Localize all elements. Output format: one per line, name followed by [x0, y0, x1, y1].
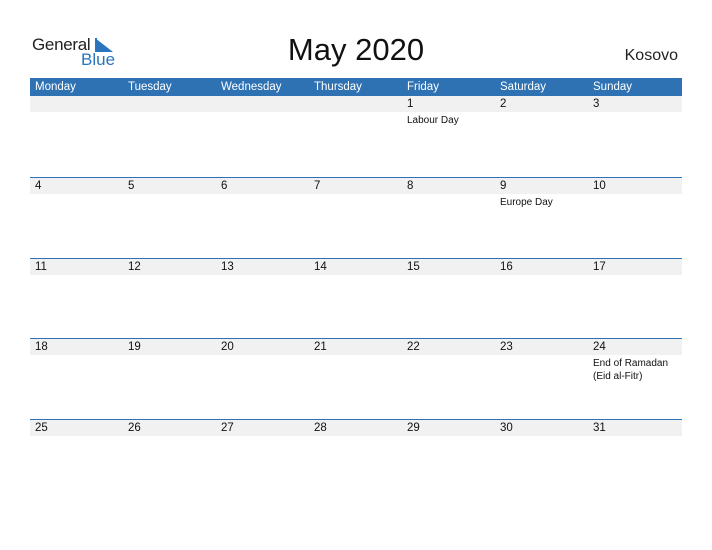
holiday-label [123, 355, 216, 383]
weekday-friday: Friday [407, 81, 439, 93]
event-row [30, 275, 682, 277]
weekday-wednesday: Wednesday [221, 81, 282, 93]
day-number: 27 [221, 421, 234, 434]
holiday-label [30, 112, 123, 127]
holiday-label [402, 194, 495, 209]
week-row: 11 12 13 14 15 16 17 [30, 257, 682, 339]
holiday-label [495, 355, 588, 383]
day-number: 25 [35, 421, 48, 434]
day-number: 5 [128, 180, 135, 192]
holiday-label [309, 275, 402, 277]
day-number: 10 [593, 180, 606, 192]
event-row: End of Ramadan (Eid al-Fitr) [30, 355, 682, 383]
date-strip: 11 12 13 14 15 16 17 [30, 258, 682, 275]
holiday-label [30, 436, 123, 438]
day-number [30, 96, 123, 112]
holiday-label [30, 355, 123, 383]
holiday-label [402, 436, 495, 438]
day-number: 8 [407, 180, 414, 192]
holiday-label [216, 355, 309, 383]
event-row: Europe Day [30, 194, 682, 209]
day-number: 31 [593, 421, 606, 434]
day-number [309, 96, 402, 112]
day-number: 26 [128, 421, 141, 434]
day-number: 7 [314, 180, 321, 192]
holiday-label: Europe Day [500, 197, 553, 208]
weekday-thursday: Thursday [314, 81, 362, 93]
weekday-saturday: Saturday [500, 81, 547, 93]
holiday-label [123, 112, 216, 127]
day-number: 24 [593, 341, 606, 353]
week-row: 4 5 6 7 8 9 10 Europe Day [30, 177, 682, 258]
day-number: 17 [593, 260, 606, 273]
holiday-label [216, 275, 309, 277]
holiday-label [588, 275, 681, 277]
holiday-label [588, 112, 681, 127]
weekday-tuesday: Tuesday [128, 81, 172, 93]
day-number: 18 [35, 341, 48, 353]
calendar-grid: Monday Tuesday Wednesday Thursday Friday… [30, 78, 682, 499]
date-strip: 1 2 3 [30, 96, 682, 112]
day-number: 23 [500, 341, 513, 353]
day-number: 2 [500, 98, 507, 110]
holiday-label: Labour Day [407, 115, 459, 126]
holiday-label [588, 436, 681, 438]
day-number: 16 [500, 260, 513, 273]
holiday-label [309, 112, 402, 127]
holiday-label [216, 194, 309, 209]
holiday-label [30, 275, 123, 277]
holiday-label [309, 355, 402, 383]
holiday-label [309, 194, 402, 209]
date-strip: 18 19 20 21 22 23 24 [30, 339, 682, 355]
holiday-label [495, 275, 588, 277]
day-number: 13 [221, 260, 234, 273]
date-strip: 25 26 27 28 29 30 31 [30, 419, 682, 436]
day-number: 11 [35, 260, 47, 273]
date-strip: 4 5 6 7 8 9 10 [30, 178, 682, 194]
holiday-label [123, 436, 216, 438]
holiday-label [123, 275, 216, 277]
week-row: 25 26 27 28 29 30 31 [30, 418, 682, 500]
holiday-label [495, 436, 588, 438]
weekday-monday: Monday [35, 81, 76, 93]
day-number: 30 [500, 421, 513, 434]
holiday-label [216, 112, 309, 127]
day-number: 9 [500, 180, 507, 192]
page-title: May 2020 [287, 32, 425, 67]
day-number [123, 96, 216, 112]
country-label: Kosovo [624, 47, 678, 64]
holiday-label [123, 194, 216, 209]
holiday-label [216, 436, 309, 438]
day-number: 1 [407, 98, 414, 110]
event-row: Labour Day [30, 112, 682, 127]
day-number: 12 [128, 260, 141, 273]
holiday-label [402, 275, 495, 277]
week-row: 18 19 20 21 22 23 24 End of Ramadan (Eid al-Fit… [30, 338, 682, 419]
day-number: 15 [407, 260, 420, 273]
day-number: 22 [407, 341, 420, 353]
holiday-label [309, 436, 402, 438]
weekday-header: Monday Tuesday Wednesday Thursday Friday… [30, 78, 682, 96]
week-row: 1 2 3 Labour Day [30, 96, 682, 177]
day-number: 28 [314, 421, 327, 434]
holiday-label [588, 194, 681, 209]
holiday-label: End of Ramadan (Eid al-Fitr) [593, 358, 669, 382]
day-number: 3 [593, 98, 600, 110]
day-number: 19 [128, 341, 141, 353]
day-number [216, 96, 309, 112]
weeks-container: 1 2 3 Labour Day 4 5 6 7 8 9 10 Europe Day 11 12 13 14 1… [30, 96, 682, 499]
weekday-sunday: Sunday [593, 81, 633, 93]
day-number: 14 [314, 260, 327, 273]
day-number: 20 [221, 341, 234, 353]
holiday-label [495, 112, 588, 127]
holiday-label [402, 355, 495, 383]
day-number: 4 [35, 180, 42, 192]
event-row [30, 436, 682, 438]
day-number: 6 [221, 180, 228, 192]
day-number: 29 [407, 421, 420, 434]
holiday-label [30, 194, 123, 209]
day-number: 21 [314, 341, 327, 353]
